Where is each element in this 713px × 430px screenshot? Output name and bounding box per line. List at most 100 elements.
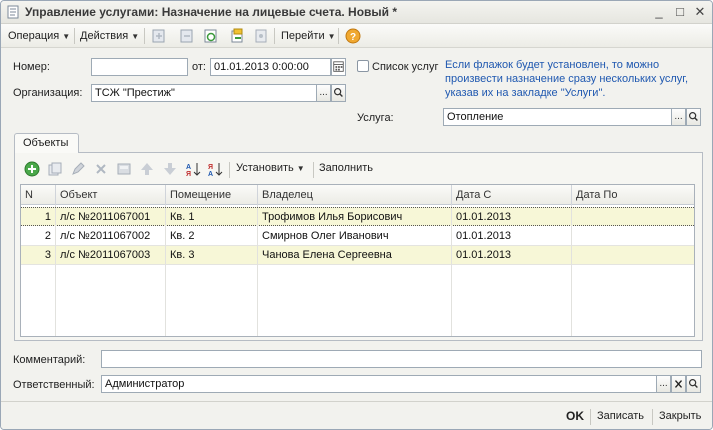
help-glyph: ? xyxy=(350,32,356,43)
minimize-button[interactable]: _ xyxy=(650,4,668,20)
operation-menu[interactable]: Операция ▼ xyxy=(8,27,70,45)
close-button[interactable]: Закрыть xyxy=(659,407,701,425)
column-header-n[interactable]: N xyxy=(21,185,56,205)
unpost-document-icon[interactable] xyxy=(179,28,195,44)
organization-field[interactable]: ТСЖ "Престиж" xyxy=(91,84,317,102)
toolbar-separator xyxy=(652,409,653,425)
clear-icon[interactable] xyxy=(671,375,686,393)
date-from-label: от: xyxy=(192,61,206,73)
column-header-room[interactable]: Помещение xyxy=(166,185,258,205)
number-label: Номер: xyxy=(13,61,50,73)
toolbar-separator xyxy=(590,409,591,425)
goto-menu-label: Перейти xyxy=(281,30,325,42)
cell-date-to xyxy=(572,208,694,227)
svg-text:А: А xyxy=(186,164,191,171)
search-icon[interactable] xyxy=(686,108,701,126)
organization-label: Организация: xyxy=(13,87,83,99)
cell-object: л/с №2011067003 xyxy=(56,246,166,265)
actions-menu-label: Действия xyxy=(80,30,129,42)
cell-owner: Чанова Елена Сергеевна xyxy=(258,246,452,265)
chevron-down-icon: ▼ xyxy=(62,32,71,41)
comment-label: Комментарий: xyxy=(13,354,86,366)
actions-menu[interactable]: Действия ▼ xyxy=(80,27,139,45)
date-field[interactable]: 01.01.2013 0:00:00 xyxy=(210,58,331,76)
refresh-document-icon[interactable] xyxy=(203,28,219,44)
service-list-hint: Если флажок будет установлен, то можно п… xyxy=(445,59,689,99)
column-header-object[interactable]: Объект xyxy=(56,185,166,205)
help-icon[interactable]: ? xyxy=(345,28,361,44)
set-menu-label: Установить xyxy=(236,162,294,174)
responsible-label: Ответственный: xyxy=(13,379,95,391)
cell-owner: Смирнов Олег Иванович xyxy=(258,227,452,246)
number-field[interactable] xyxy=(91,58,188,76)
service-list-checkbox[interactable] xyxy=(357,60,369,72)
move-down-icon[interactable] xyxy=(162,161,178,177)
main-toolbar: Операция ▼ Действия ▼ Перейти ▼ ? xyxy=(1,24,712,48)
comment-field[interactable] xyxy=(101,350,702,368)
calendar-icon[interactable] xyxy=(331,58,346,76)
table-header: N Объект Помещение Владелец Дата С Дата … xyxy=(21,185,694,205)
cell-owner: Трофимов Илья Борисович xyxy=(258,208,452,227)
cell-n: 1 xyxy=(21,208,56,227)
table-row[interactable]: 2 л/с №2011067002 Кв. 2 Смирнов Олег Ива… xyxy=(21,227,694,246)
cell-n: 2 xyxy=(21,227,56,246)
toolbar-separator xyxy=(274,28,275,44)
sort-descending-icon[interactable]: Я А xyxy=(207,161,223,177)
move-up-icon[interactable] xyxy=(139,161,155,177)
goto-menu[interactable]: Перейти ▼ xyxy=(281,27,336,45)
end-edit-icon[interactable] xyxy=(116,161,132,177)
organization-select-button[interactable]: ... xyxy=(316,84,331,102)
search-icon[interactable] xyxy=(686,375,701,393)
edit-row-icon[interactable] xyxy=(70,161,86,177)
delete-row-icon[interactable] xyxy=(93,161,109,177)
copy-row-icon[interactable] xyxy=(47,161,63,177)
chevron-down-icon: ▼ xyxy=(327,32,336,41)
save-button[interactable]: Записать xyxy=(597,407,644,425)
window-title: Управление услугами: Назначение на лицев… xyxy=(25,5,398,19)
fill-button[interactable]: Заполнить xyxy=(319,159,373,177)
form-window: Управление услугами: Назначение на лицев… xyxy=(0,0,713,430)
toolbar-separator xyxy=(338,28,339,44)
cell-room: Кв. 3 xyxy=(166,246,258,265)
column-header-date-from[interactable]: Дата С xyxy=(452,185,572,205)
ellipsis-icon: ... xyxy=(674,111,683,122)
service-field[interactable]: Отопление xyxy=(443,108,672,126)
cell-date-from: 01.01.2013 xyxy=(452,208,572,227)
cell-room: Кв. 1 xyxy=(166,208,258,227)
column-header-owner[interactable]: Владелец xyxy=(258,185,452,205)
tab-objects[interactable]: Объекты xyxy=(14,133,79,153)
document-icon xyxy=(7,5,19,19)
responsible-select-button[interactable]: ... xyxy=(656,375,671,393)
toolbar-separator xyxy=(313,162,314,178)
table-row[interactable]: 3 л/с №2011067003 Кв. 3 Чанова Елена Сер… xyxy=(21,246,694,265)
search-icon[interactable] xyxy=(331,84,346,102)
ellipsis-icon: ... xyxy=(319,87,328,98)
operation-menu-label: Операция xyxy=(8,30,60,42)
responsible-field[interactable]: Администратор xyxy=(101,375,657,393)
set-menu[interactable]: Установить ▼ xyxy=(236,159,305,177)
table-row[interactable]: 1 л/с №2011067001 Кв. 1 Трофимов Илья Бо… xyxy=(21,207,694,227)
svg-text:Я: Я xyxy=(208,164,213,171)
add-row-icon[interactable] xyxy=(24,161,40,177)
service-list-label: Список услуг xyxy=(372,61,439,73)
column-header-date-to[interactable]: Дата По xyxy=(572,185,694,205)
ok-button[interactable]: OK xyxy=(566,407,584,425)
service-select-button[interactable]: ... xyxy=(671,108,686,126)
cell-object: л/с №2011067001 xyxy=(56,208,166,227)
chevron-down-icon: ▼ xyxy=(131,32,140,41)
cell-date-to xyxy=(572,227,694,246)
maximize-button[interactable]: □ xyxy=(671,4,689,20)
cell-date-from: 01.01.2013 xyxy=(452,246,572,265)
cell-date-from: 01.01.2013 xyxy=(452,227,572,246)
cell-n: 3 xyxy=(21,246,56,265)
service-label: Услуга: xyxy=(357,112,394,124)
structure-icon[interactable] xyxy=(253,28,269,44)
post-document-icon[interactable] xyxy=(151,28,167,44)
close-window-button[interactable]: ✕ xyxy=(691,4,709,20)
sort-ascending-icon[interactable]: А Я xyxy=(185,161,201,177)
toolbar-separator xyxy=(144,28,145,44)
svg-text:Я: Я xyxy=(186,171,191,177)
cell-object: л/с №2011067002 xyxy=(56,227,166,246)
save-stack-icon[interactable] xyxy=(229,28,245,44)
form-buttons-bar: OK Записать Закрыть xyxy=(1,401,712,429)
